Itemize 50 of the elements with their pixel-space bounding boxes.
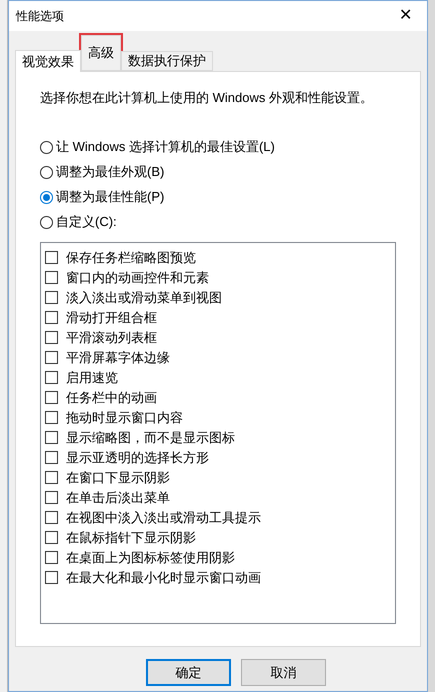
checkbox[interactable] [45,311,58,324]
checkbox-option[interactable]: 在视图中淡入淡出或滑动工具提示 [45,508,391,528]
checkbox-option[interactable]: 启用速览 [45,368,391,388]
tab[interactable]: 视觉效果 [15,50,81,72]
checkbox-option[interactable]: 在最大化和最小化时显示窗口动画 [45,568,391,588]
checkbox-option[interactable]: 在桌面上为图标标签使用阴影 [45,548,391,568]
checkbox-option[interactable]: 在鼠标指针下显示阴影 [45,528,391,548]
radio-button[interactable] [40,166,53,178]
checkbox[interactable] [45,271,58,284]
tab[interactable]: 数据执行保护 [121,51,213,71]
checkbox-option[interactable]: 保存任务栏缩略图预览 [45,248,391,268]
radio-button[interactable] [40,216,53,228]
checkbox[interactable] [45,371,58,384]
checkbox-option[interactable]: 在窗口下显示阴影 [45,468,391,488]
checkbox[interactable] [45,471,58,484]
checkbox-option[interactable]: 在单击后淡出菜单 [45,488,391,508]
checkbox[interactable] [45,351,58,364]
radio-button[interactable] [40,190,53,204]
description-text: 选择你想在此计算机上使用的 Windows 外观和性能设置。 [40,89,374,107]
checkbox[interactable] [45,251,58,264]
checkbox[interactable] [45,391,58,404]
checkbox-option[interactable]: 任务栏中的动画 [45,388,391,408]
radio-option[interactable]: 自定义(C): [40,212,396,232]
checkbox[interactable] [45,431,58,444]
checkbox[interactable] [45,491,58,504]
radio-option[interactable]: 调整为最佳外观(B) [40,162,396,182]
checkbox[interactable] [45,551,58,564]
checkbox[interactable] [45,511,58,524]
checkbox-option[interactable]: 显示缩略图，而不是显示图标 [45,428,391,448]
checkbox-option[interactable]: 显示亚透明的选择长方形 [45,448,391,468]
checkbox-option[interactable]: 窗口内的动画控件和元素 [45,268,391,288]
checkbox-option[interactable]: 平滑滚动列表框 [45,328,391,348]
checkbox[interactable] [45,331,58,344]
dialog-button[interactable]: 取消 [241,659,326,686]
tab[interactable]: 高级 [81,35,121,71]
checkbox-option[interactable]: 拖动时显示窗口内容 [45,408,391,428]
radio-option[interactable]: 调整为最佳性能(P) [40,188,396,206]
checkbox[interactable] [45,571,58,584]
checkbox-option[interactable]: 淡入淡出或滑动菜单到视图 [45,288,391,308]
checkbox[interactable] [45,411,58,424]
checkbox[interactable] [45,291,58,304]
checkbox[interactable] [45,451,58,464]
dialog-button[interactable]: 确定 [146,659,231,686]
radio-option[interactable]: 让 Windows 选择计算机的最佳设置(L) [40,138,396,156]
radio-button[interactable] [40,140,53,154]
close-button[interactable]: ✕ [391,4,420,28]
checkbox-option[interactable]: 滑动打开组合框 [45,308,391,328]
checkbox-option[interactable]: 平滑屏幕字体边缘 [45,348,391,368]
checkbox[interactable] [45,531,58,544]
window-title: 性能选项 [16,8,64,25]
